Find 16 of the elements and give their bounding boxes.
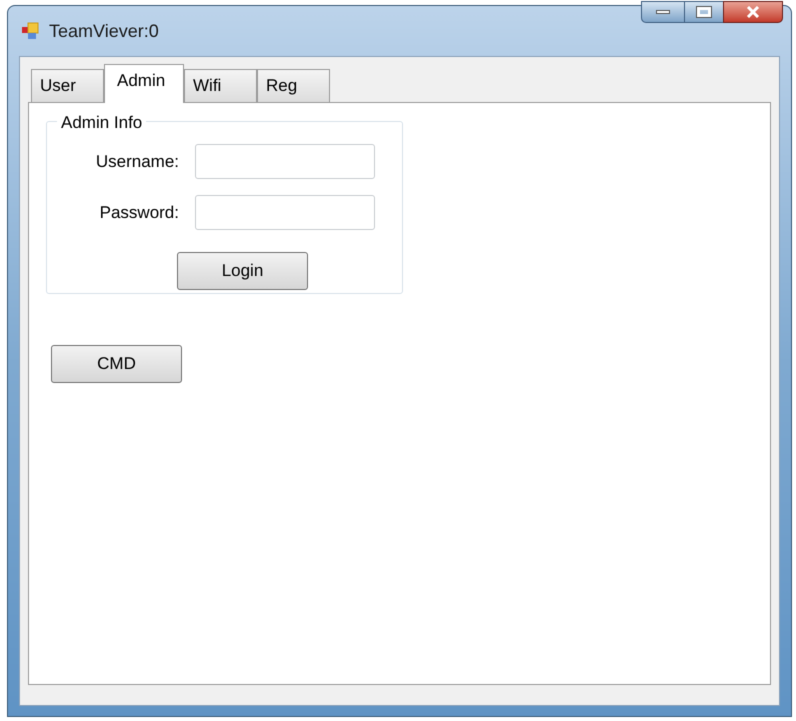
close-icon (746, 6, 760, 18)
window-title: TeamViever:0 (49, 20, 159, 42)
field-label: Username: (94, 150, 179, 173)
input-field[interactable] (195, 144, 375, 179)
maximize-button[interactable] (685, 1, 723, 23)
field-label: Password: (98, 202, 179, 224)
tab[interactable]: Reg (257, 69, 330, 102)
input-field[interactable] (195, 195, 375, 230)
app-icon (21, 21, 41, 41)
tab[interactable]: Wifi (184, 69, 257, 102)
tab[interactable]: Admin (104, 64, 184, 103)
close-button[interactable] (723, 1, 783, 23)
tab[interactable]: User (31, 69, 104, 102)
minimize-button[interactable] (641, 1, 685, 23)
cmd-button[interactable]: CMD (51, 345, 182, 383)
login-button[interactable]: Login (177, 252, 308, 290)
